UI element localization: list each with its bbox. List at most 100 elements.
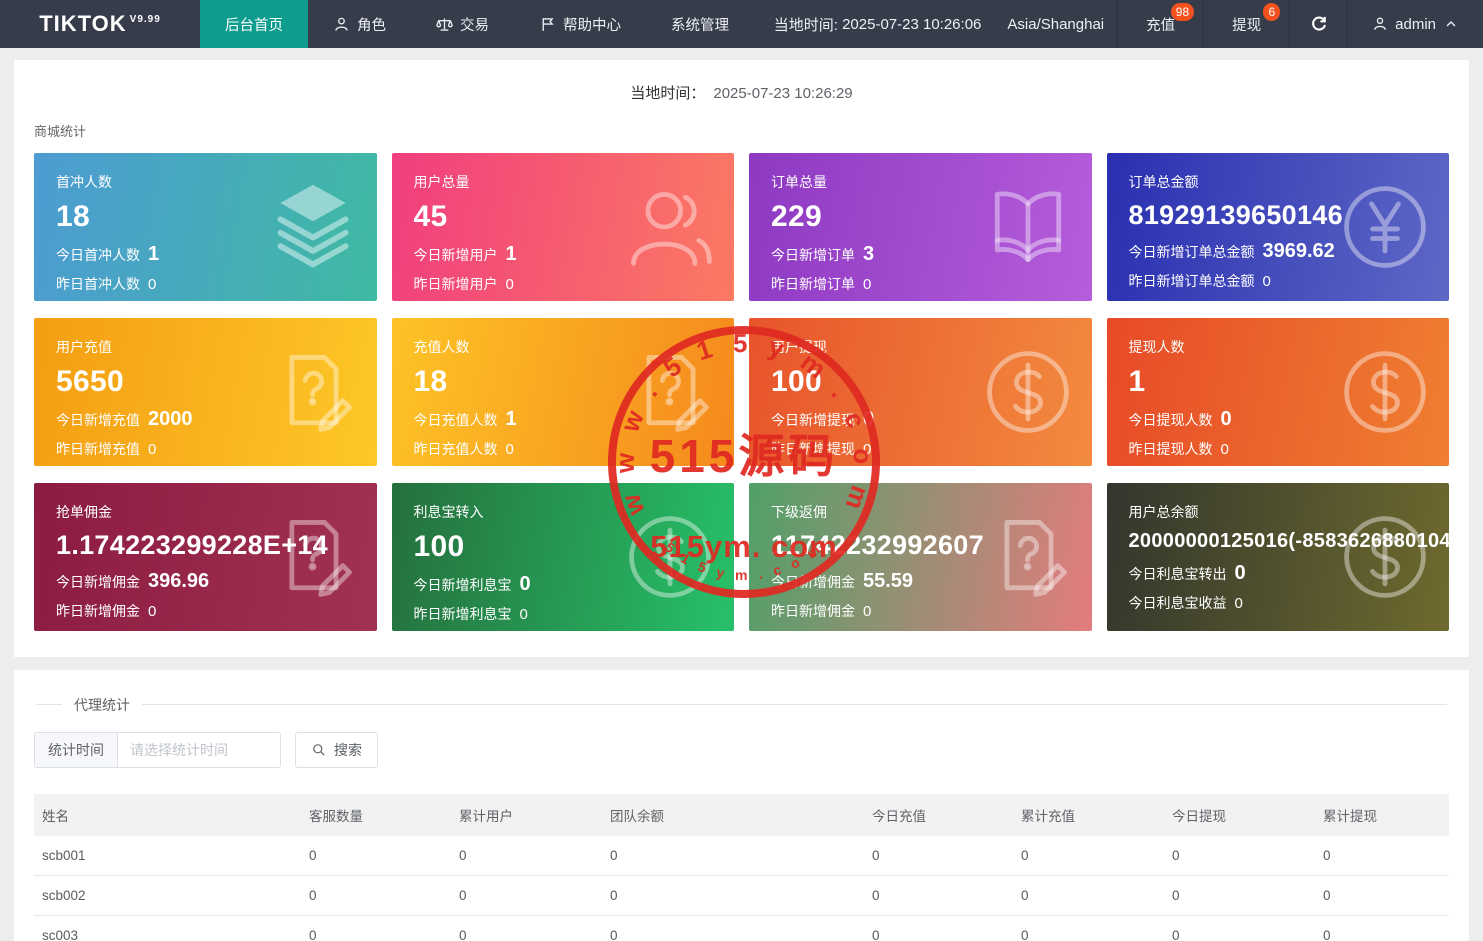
stat-card: 抢单佣金1.174223299228E+14今日新增佣金396.96昨日新增佣金…	[34, 483, 377, 631]
document-edit-icon	[622, 344, 718, 440]
column-header: 累计用户	[451, 794, 602, 836]
shop-statistics-panel: 当地时间：2025-07-23 10:26:29 商城统计 首冲人数18今日首冲…	[14, 60, 1469, 657]
local-time-heading: 当地时间：2025-07-23 10:26:29	[34, 82, 1449, 103]
card-yesterday-label: 昨日新增利息宝	[414, 604, 512, 624]
card-today-label: 今日新增提现	[771, 410, 855, 430]
table-row: scb0010000000	[34, 836, 1449, 876]
agent-name-cell: sc003	[34, 916, 301, 941]
user-icon	[1372, 16, 1388, 32]
nav-tab-system[interactable]: 系统管理	[646, 0, 754, 48]
card-yesterday-value: 0	[1263, 273, 1271, 290]
stat-card: 充值人数18今日充值人数1昨日充值人数0	[392, 318, 735, 466]
stat-card: 用户充值5650今日新增充值2000昨日新增充值0	[34, 318, 377, 466]
users-icon	[622, 179, 718, 275]
card-today-value: 0	[1221, 408, 1232, 431]
app-logo: TIKTOKV9.99	[0, 0, 200, 48]
value-cell: 0	[301, 836, 451, 876]
nav-tab-trade[interactable]: 交易	[411, 0, 514, 48]
card-today-value: 1	[506, 408, 517, 431]
value-cell: 0	[1315, 876, 1449, 916]
card-yesterday-value: 0	[863, 441, 871, 458]
agent-table: 姓名客服数量累计用户团队余额今日充值累计充值今日提现累计提现 scb001000…	[34, 794, 1449, 941]
column-header: 今日提现	[1164, 794, 1315, 836]
card-yesterday-label: 今日利息宝收益	[1129, 593, 1227, 613]
card-today-label: 今日提现人数	[1129, 410, 1213, 430]
nav-tab-dashboard[interactable]: 后台首页	[200, 0, 308, 48]
refresh-icon	[1309, 15, 1328, 34]
value-cell: 0	[451, 916, 602, 941]
value-cell: 0	[1164, 876, 1315, 916]
user-menu[interactable]: admin	[1347, 0, 1483, 48]
card-today-label: 今日新增订单	[771, 245, 855, 265]
dollar-circle-icon	[1337, 509, 1433, 605]
refresh-button[interactable]	[1289, 0, 1347, 48]
stat-card: 用户提现100今日新增提现0昨日新增提现0	[749, 318, 1092, 466]
value-cell: 0	[1164, 916, 1315, 941]
flag-icon	[539, 16, 556, 33]
card-today-value: 1	[506, 243, 517, 266]
stat-card: 用户总余额20000000125016(-8583626880104.5)今日利…	[1107, 483, 1450, 631]
table-row: sc0030000000	[34, 916, 1449, 941]
card-today-value: 55.59	[863, 570, 913, 593]
navbar-right: 当地时间: 2025-07-23 10:26:06 Asia/Shanghai …	[761, 0, 1483, 48]
nav-tab-help-center[interactable]: 帮助中心	[514, 0, 646, 48]
value-cell: 0	[1013, 916, 1164, 941]
agent-table-header-row: 姓名客服数量累计用户团队余额今日充值累计充值今日提现累计提现	[34, 794, 1449, 836]
navbar-local-time: 当地时间: 2025-07-23 10:26:06	[761, 0, 995, 48]
column-header: 累计提现	[1315, 794, 1449, 836]
card-today-label: 今日充值人数	[414, 410, 498, 430]
value-cell: 0	[602, 916, 864, 941]
stat-card: 首冲人数18今日首冲人数1昨日首冲人数0	[34, 153, 377, 301]
dollar-circle-icon	[622, 509, 718, 605]
navbar-timezone: Asia/Shanghai	[994, 0, 1117, 48]
column-header: 客服数量	[301, 794, 451, 836]
card-yesterday-value: 0	[506, 441, 514, 458]
app-version: V9.99	[130, 14, 161, 25]
document-edit-icon	[265, 344, 361, 440]
card-yesterday-label: 昨日提现人数	[1129, 439, 1213, 459]
card-today-label: 今日新增订单总金额	[1129, 242, 1255, 262]
card-today-label: 今日新增充值	[56, 410, 140, 430]
agent-section-divider: 代理统计	[36, 704, 1447, 705]
card-yesterday-value: 0	[148, 441, 156, 458]
card-today-label: 今日利息宝转出	[1129, 564, 1227, 584]
stat-time-input[interactable]	[118, 733, 280, 767]
agent-name-cell: scb001	[34, 836, 301, 876]
value-cell: 0	[864, 836, 1013, 876]
value-cell: 0	[1013, 836, 1164, 876]
chevron-up-icon	[1443, 16, 1459, 32]
user-icon	[333, 16, 350, 33]
value-cell: 0	[301, 876, 451, 916]
search-button[interactable]: 搜索	[295, 732, 378, 768]
stat-time-label: 统计时间	[35, 733, 118, 767]
scales-icon	[436, 16, 453, 33]
card-yesterday-value: 0	[148, 276, 156, 293]
document-edit-icon	[980, 509, 1076, 605]
agent-section-legend: 代理统计	[62, 695, 142, 715]
stat-time-field-group: 统计时间	[34, 732, 281, 768]
column-header: 姓名	[34, 794, 301, 836]
withdraw-button[interactable]: 提现 6	[1203, 0, 1289, 48]
card-today-value: 1	[148, 243, 159, 266]
stat-card: 用户总量45今日新增用户1昨日新增用户0	[392, 153, 735, 301]
dollar-circle-icon	[1337, 344, 1433, 440]
card-today-label: 今日新增利息宝	[414, 575, 512, 595]
section-title: 商城统计	[34, 121, 1449, 140]
value-cell: 0	[602, 836, 864, 876]
nav-tab-roles[interactable]: 角色	[308, 0, 411, 48]
table-row: scb0020000000	[34, 876, 1449, 916]
value-cell: 0	[602, 876, 864, 916]
card-today-value: 396.96	[148, 570, 209, 593]
value-cell: 0	[864, 916, 1013, 941]
card-today-value: 0	[863, 408, 874, 431]
card-yesterday-label: 昨日新增佣金	[56, 601, 140, 621]
agent-search-row: 统计时间 搜索	[34, 732, 1449, 768]
recharge-button[interactable]: 充值 98	[1117, 0, 1203, 48]
card-today-value: 3969.62	[1263, 240, 1335, 263]
card-yesterday-value: 0	[148, 603, 156, 620]
card-yesterday-label: 昨日新增订单总金额	[1129, 271, 1255, 291]
username: admin	[1395, 16, 1436, 33]
card-today-value: 3	[863, 243, 874, 266]
card-yesterday-value: 0	[1221, 441, 1229, 458]
value-cell: 0	[451, 876, 602, 916]
